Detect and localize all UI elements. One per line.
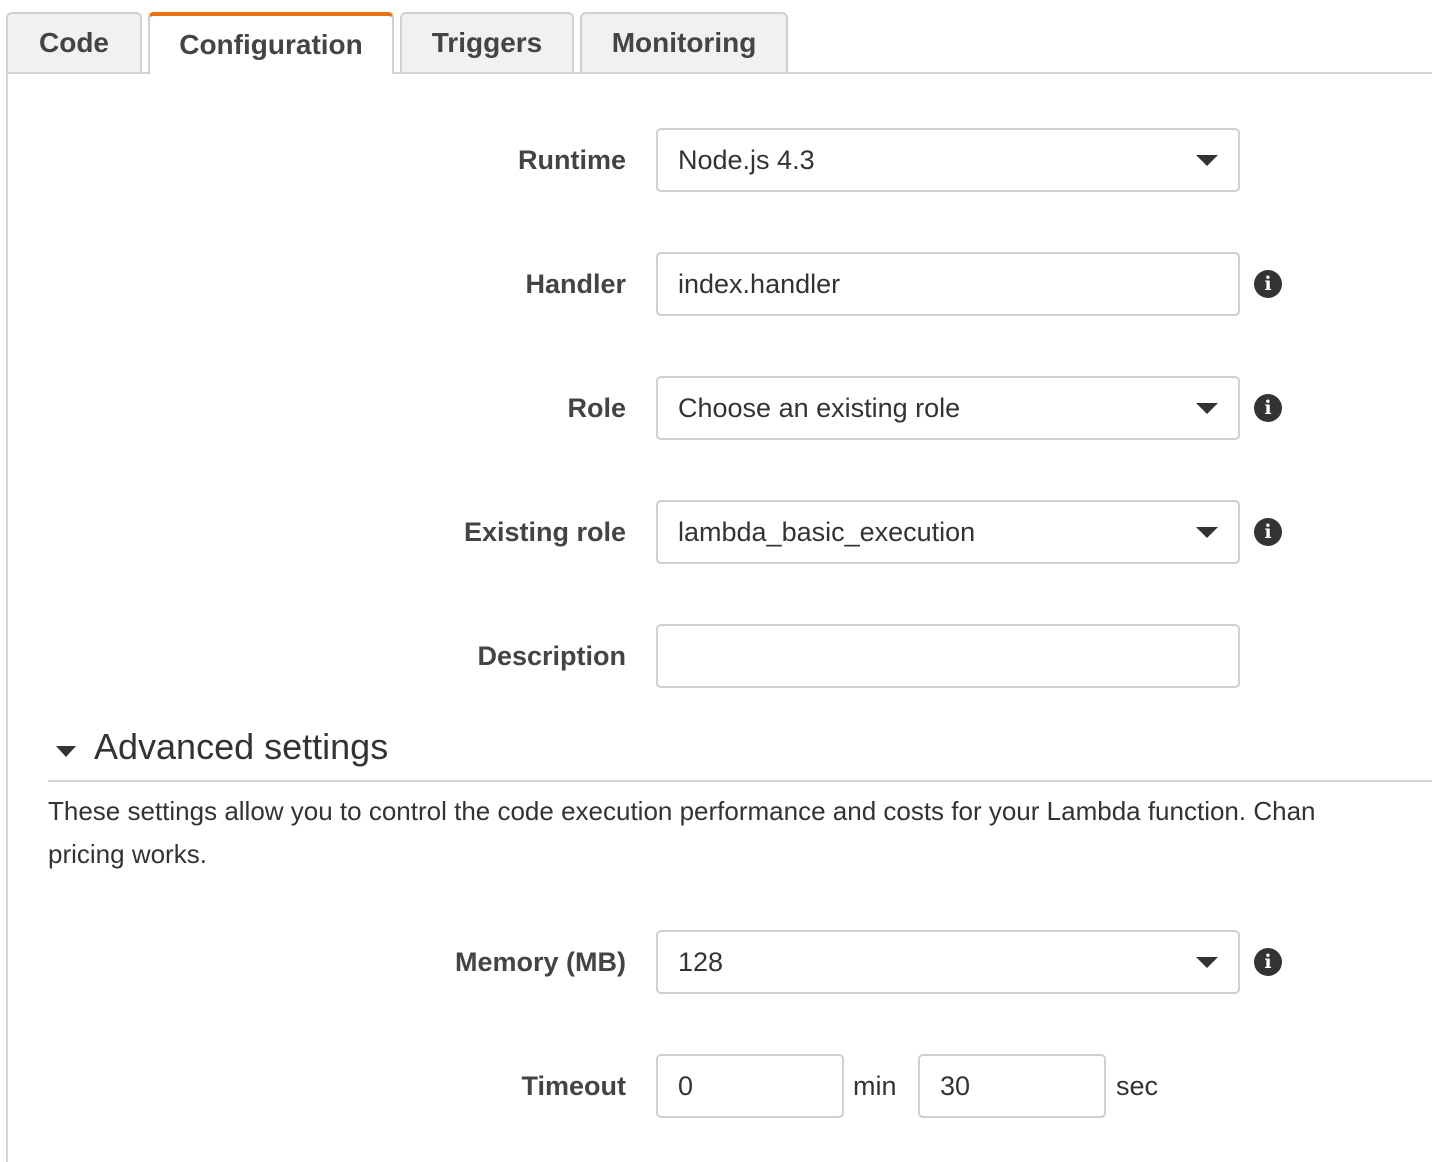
tab-code[interactable]: Code bbox=[6, 12, 142, 72]
runtime-label: Runtime bbox=[518, 145, 626, 175]
role-select[interactable]: Choose an existing role bbox=[656, 376, 1240, 440]
description-label: Description bbox=[477, 641, 626, 671]
info-icon[interactable]: i bbox=[1254, 518, 1282, 546]
configuration-panel bbox=[6, 74, 1432, 1162]
chevron-down-icon bbox=[1196, 155, 1218, 166]
existing-role-label: Existing role bbox=[463, 517, 626, 547]
memory-label: Memory (MB) bbox=[454, 947, 626, 977]
advanced-settings-title: Advanced settings bbox=[94, 726, 389, 767]
role-value: Choose an existing role bbox=[678, 392, 961, 423]
timeout-minutes-input[interactable]: 0 bbox=[656, 1054, 844, 1118]
lambda-configuration-page: Code Configuration Triggers Monitoring R… bbox=[0, 0, 1432, 1162]
description-line: These settings allow you to control the … bbox=[48, 796, 1316, 826]
role-label: Role bbox=[567, 393, 626, 423]
timeout-seconds-unit: sec bbox=[1116, 1071, 1159, 1101]
memory-select[interactable]: 128 bbox=[656, 930, 1240, 994]
timeout-label: Timeout bbox=[521, 1071, 626, 1101]
description-line: pricing works. bbox=[48, 839, 207, 869]
info-icon[interactable]: i bbox=[1254, 270, 1282, 298]
caret-down-icon bbox=[56, 746, 76, 757]
runtime-select[interactable]: Node.js 4.3 bbox=[656, 128, 1240, 192]
memory-value: 128 bbox=[678, 946, 724, 977]
info-icon[interactable]: i bbox=[1254, 394, 1282, 422]
timeout-seconds-input[interactable]: 30 bbox=[918, 1054, 1106, 1118]
tab-monitoring[interactable]: Monitoring bbox=[580, 12, 788, 72]
info-icon[interactable]: i bbox=[1254, 948, 1282, 976]
timeout-minutes-unit: min bbox=[853, 1071, 897, 1101]
runtime-value: Node.js 4.3 bbox=[678, 144, 815, 175]
advanced-settings-toggle[interactable]: Advanced settings bbox=[48, 722, 1432, 782]
timeout-minutes-value: 0 bbox=[678, 1070, 694, 1101]
description-input[interactable] bbox=[656, 624, 1240, 688]
timeout-seconds-value: 30 bbox=[940, 1070, 971, 1101]
tab-triggers[interactable]: Triggers bbox=[400, 12, 574, 72]
chevron-down-icon bbox=[1196, 957, 1218, 968]
handler-label: Handler bbox=[525, 269, 626, 299]
chevron-down-icon bbox=[1196, 403, 1218, 414]
tab-bar: Code Configuration Triggers Monitoring bbox=[0, 0, 1432, 74]
tab-configuration[interactable]: Configuration bbox=[148, 12, 394, 74]
advanced-settings-description: These settings allow you to control the … bbox=[48, 790, 1432, 876]
existing-role-select[interactable]: lambda_basic_execution bbox=[656, 500, 1240, 564]
handler-value: index.handler bbox=[678, 268, 841, 299]
chevron-down-icon bbox=[1196, 527, 1218, 538]
handler-input[interactable]: index.handler bbox=[656, 252, 1240, 316]
existing-role-value: lambda_basic_execution bbox=[678, 516, 976, 547]
